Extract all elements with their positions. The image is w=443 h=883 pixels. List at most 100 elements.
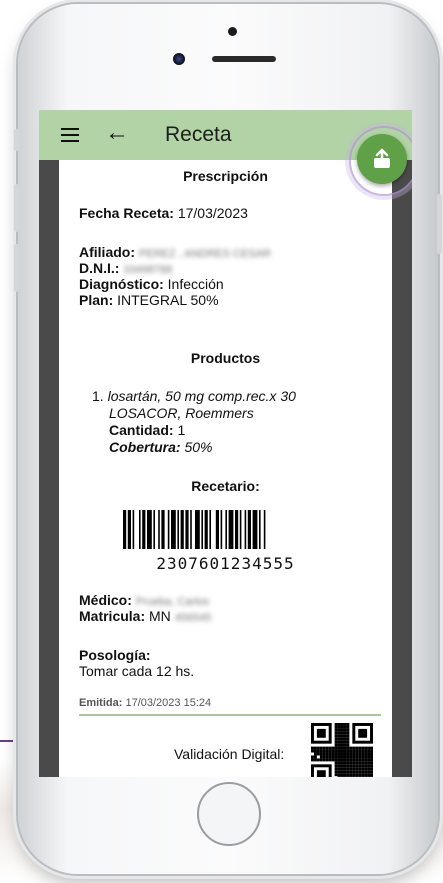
qr-module bbox=[334, 737, 338, 741]
qr-module bbox=[340, 737, 344, 741]
qr-module bbox=[337, 740, 341, 744]
qr-module bbox=[346, 731, 350, 735]
qr-module bbox=[361, 749, 365, 753]
barcode-bar bbox=[239, 510, 242, 549]
qr-module bbox=[343, 743, 347, 747]
qr-module bbox=[340, 776, 344, 777]
qr-module bbox=[331, 755, 335, 759]
qr-module bbox=[337, 761, 341, 765]
share-button[interactable] bbox=[357, 134, 407, 184]
qr-module bbox=[340, 746, 344, 750]
page-title: Receta bbox=[165, 123, 232, 146]
qr-module bbox=[340, 758, 344, 762]
qr-module bbox=[361, 752, 365, 756]
qr-module bbox=[340, 773, 344, 777]
qr-module bbox=[361, 767, 365, 771]
barcode-bar bbox=[158, 510, 160, 549]
qr-module bbox=[349, 752, 353, 756]
qr-module bbox=[352, 752, 356, 756]
barcode-bar bbox=[220, 510, 223, 549]
qr-module bbox=[361, 746, 365, 750]
qr-module bbox=[343, 776, 347, 777]
qr-module bbox=[355, 776, 359, 777]
product-brand: LOSACOR, Roemmers bbox=[109, 405, 254, 421]
qr-module bbox=[370, 770, 373, 774]
qr-module bbox=[322, 758, 326, 762]
qr-module bbox=[364, 767, 368, 771]
barcode-bar bbox=[225, 510, 227, 549]
qr-finder-pattern bbox=[316, 728, 326, 738]
qr-module bbox=[343, 758, 347, 762]
prescription-heading: Prescripción bbox=[183, 168, 268, 184]
home-button[interactable] bbox=[197, 782, 261, 846]
qr-module bbox=[358, 749, 362, 753]
qr-module bbox=[337, 773, 341, 777]
qr-module bbox=[325, 758, 329, 762]
qr-module bbox=[313, 749, 317, 753]
emitida-label: Emitida: bbox=[79, 697, 123, 709]
qr-module bbox=[364, 752, 368, 756]
barcode-bar bbox=[204, 510, 208, 549]
qr-finder-pattern bbox=[358, 728, 368, 738]
qr-module bbox=[358, 770, 362, 774]
barcode-bar bbox=[252, 510, 258, 549]
back-arrow-icon[interactable]: ← bbox=[105, 121, 129, 145]
afiliado-label: Afiliado: bbox=[79, 244, 135, 260]
barcode-bar bbox=[209, 510, 211, 549]
qr-module bbox=[355, 755, 359, 759]
qr-module bbox=[346, 761, 350, 765]
qr-module bbox=[355, 749, 359, 753]
qr-module bbox=[311, 749, 314, 753]
qr-module bbox=[337, 737, 341, 741]
qr-module bbox=[346, 740, 350, 744]
barcode-bar bbox=[147, 510, 152, 549]
qr-module bbox=[349, 758, 353, 762]
qr-module bbox=[346, 752, 350, 756]
barcode-bar bbox=[127, 510, 131, 549]
qr-module bbox=[334, 731, 338, 735]
qr-module bbox=[346, 743, 350, 747]
qr-code-graphic[interactable] bbox=[311, 723, 373, 777]
qr-module bbox=[361, 758, 365, 762]
qr-module bbox=[340, 731, 344, 735]
qr-module bbox=[349, 749, 353, 753]
qr-module bbox=[340, 725, 344, 729]
dni-value: 33498788 bbox=[123, 264, 173, 276]
qr-module bbox=[334, 764, 338, 768]
qr-module bbox=[352, 755, 356, 759]
earpiece-speaker bbox=[212, 56, 276, 62]
matricula-row: Matricula: MN 456545 bbox=[79, 608, 211, 624]
menu-icon[interactable] bbox=[61, 128, 79, 142]
dni-label: D.N.I.: bbox=[79, 260, 120, 276]
qr-module bbox=[343, 746, 347, 750]
qr-module bbox=[337, 770, 341, 774]
barcode-bar bbox=[153, 510, 155, 549]
qr-module bbox=[331, 758, 335, 762]
qr-module bbox=[364, 758, 368, 762]
barcode-bar bbox=[235, 510, 239, 549]
proximity-sensor bbox=[228, 27, 237, 36]
qr-module bbox=[316, 746, 320, 750]
qr-module bbox=[343, 728, 347, 732]
qr-module bbox=[370, 755, 373, 759]
qr-module bbox=[337, 723, 341, 726]
barcode-bar bbox=[185, 510, 189, 549]
medico-label: Médico: bbox=[79, 592, 132, 608]
qr-module bbox=[355, 761, 359, 765]
qr-module bbox=[319, 758, 323, 762]
barcode-bar bbox=[244, 510, 247, 549]
qr-module bbox=[346, 776, 350, 777]
qr-module bbox=[319, 746, 323, 750]
qr-module bbox=[340, 755, 344, 759]
plan-label: Plan: bbox=[79, 292, 114, 308]
qr-module bbox=[361, 761, 365, 765]
footer-divider bbox=[79, 714, 381, 716]
qr-module bbox=[349, 746, 353, 750]
qr-module bbox=[328, 758, 332, 762]
barcode-bar bbox=[228, 510, 234, 549]
qr-module bbox=[343, 764, 347, 768]
qr-module bbox=[334, 746, 338, 750]
barcode-bar bbox=[167, 510, 170, 549]
afiliado-row: Afiliado: PEREZ , ANDRES CESAR bbox=[79, 244, 271, 260]
qr-module bbox=[325, 755, 329, 759]
